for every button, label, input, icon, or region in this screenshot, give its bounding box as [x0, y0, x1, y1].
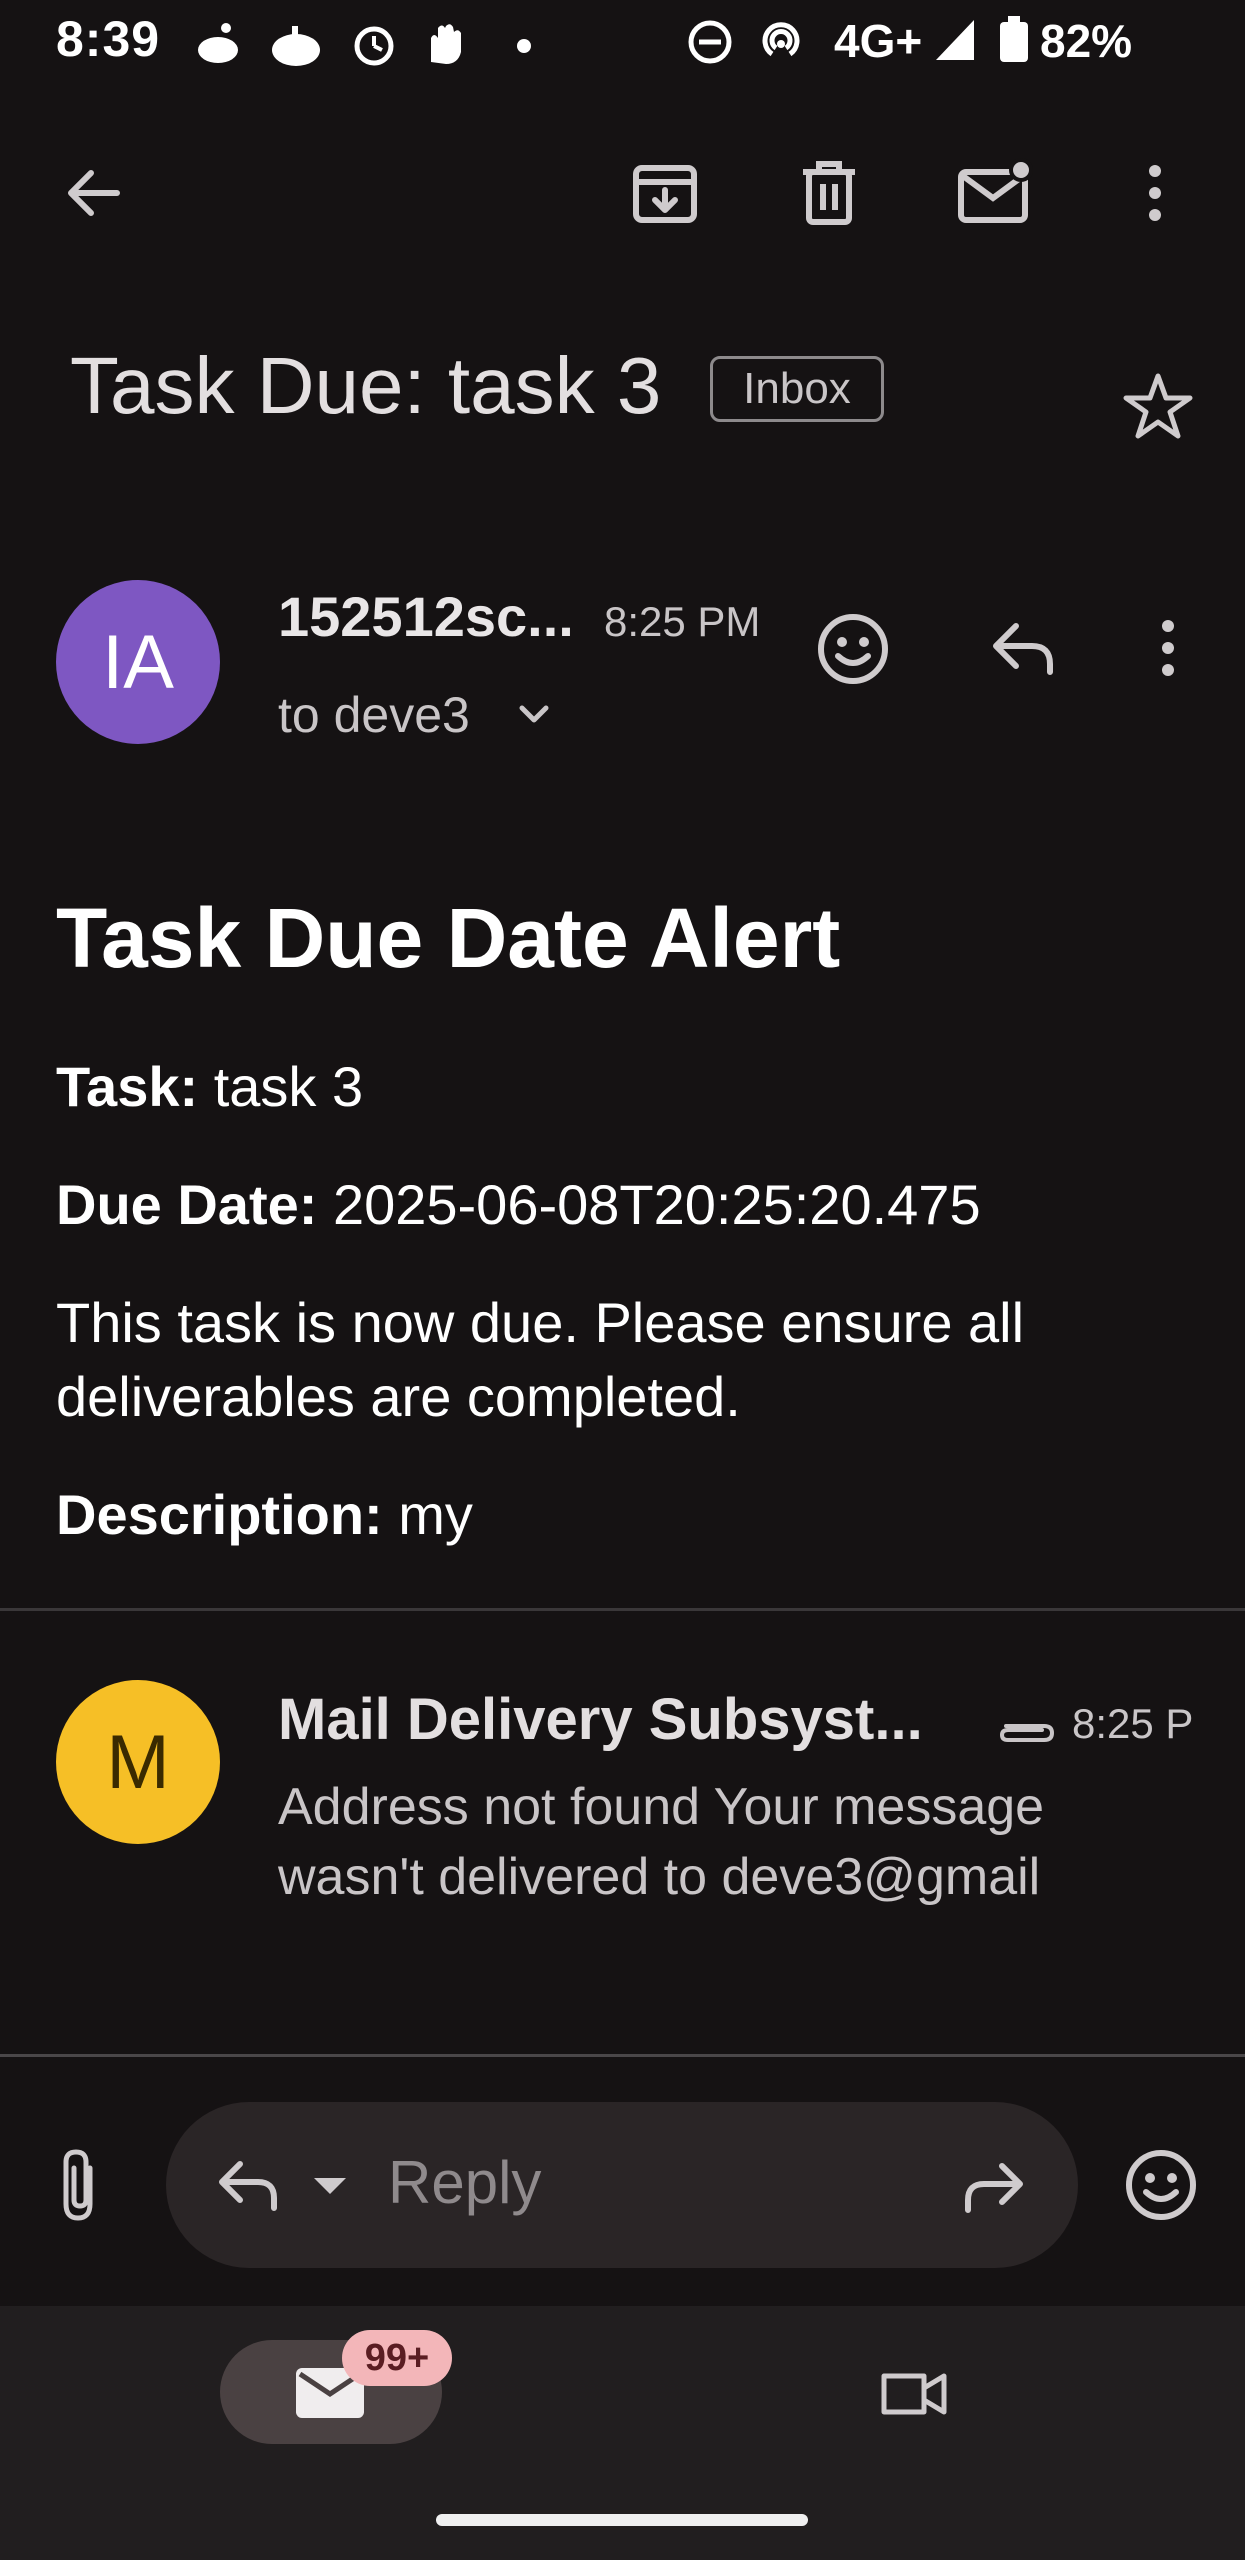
sender-name[interactable]: 152512sc...	[278, 584, 574, 649]
reply-mode-dropdown-icon[interactable]	[310, 2174, 350, 2198]
emoji-icon[interactable]	[1124, 2148, 1198, 2227]
inbox-label-chip[interactable]: Inbox	[710, 356, 884, 422]
notification-icons	[198, 23, 531, 66]
reply-input[interactable]	[166, 2102, 1078, 2268]
reply-placeholder[interactable]: Reply	[388, 2148, 541, 2217]
message-more-icon[interactable]	[1156, 616, 1180, 685]
snippet-line-1: Address not found Your message	[278, 1778, 1045, 1836]
description-line: Description: my	[56, 1478, 473, 1552]
emoji-react-icon[interactable]	[816, 612, 890, 691]
sender-avatar-m[interactable]: M	[56, 1680, 220, 1844]
task-label: Task:	[56, 1055, 199, 1118]
paperclip-icon[interactable]	[50, 2146, 110, 2231]
more-vert-icon[interactable]	[1110, 148, 1200, 238]
archive-icon[interactable]	[620, 148, 710, 238]
signal-battery-icons	[936, 16, 1028, 62]
battery-percent: 82%	[1040, 15, 1133, 67]
message-divider	[0, 1608, 1245, 1611]
mark-unread-icon[interactable]	[950, 148, 1040, 238]
email-heading: Task Due Date Alert	[56, 891, 841, 985]
body-line-1: This task is now due. Please ensure all	[56, 1291, 1025, 1354]
attachment-icon	[999, 1724, 1055, 1742]
status-time: 8:39	[56, 11, 161, 67]
message-time: 8:25 PM	[604, 598, 761, 645]
reply-icon[interactable]	[988, 618, 1058, 683]
star-icon[interactable]	[1122, 370, 1194, 447]
due-date-value: 2025-06-08T20:25:20.475	[332, 1173, 981, 1236]
due-date-label: Due Date:	[56, 1173, 318, 1236]
task-value: task 3	[213, 1055, 364, 1118]
network-type: 4G+	[834, 15, 923, 67]
collapsed-snippet: Address not found Your message wasn't de…	[278, 1772, 1178, 1912]
recipient-line[interactable]: to deve3	[278, 686, 470, 744]
meet-video-icon[interactable]	[876, 2366, 952, 2427]
reply-divider	[0, 2054, 1245, 2057]
collapsed-sender-name: Mail Delivery Subsyst...	[278, 1687, 923, 1752]
reply-mode-icon[interactable]	[214, 2158, 284, 2219]
sender-avatar[interactable]: IA	[56, 580, 220, 744]
unread-count-badge: 99+	[342, 2330, 452, 2386]
body-paragraph: This task is now due. Please ensure all …	[56, 1286, 1024, 1434]
back-arrow-icon[interactable]	[48, 148, 138, 238]
forward-icon[interactable]	[958, 2160, 1028, 2221]
description-value: my	[398, 1483, 473, 1546]
chevron-down-icon[interactable]	[516, 700, 552, 730]
due-date-line: Due Date: 2025-06-08T20:25:20.475	[56, 1168, 981, 1242]
dnd-hotspot-icons	[688, 20, 800, 64]
home-indicator[interactable]	[436, 2514, 808, 2526]
trash-icon[interactable]	[784, 148, 874, 238]
description-label: Description:	[56, 1483, 383, 1546]
email-subject: Task Due: task 3	[70, 341, 662, 430]
body-line-2: deliverables are completed.	[56, 1365, 741, 1428]
gmail-message-view: 8:39 4G+ 82% Task Due: task 3 Inbox IA 1…	[0, 0, 1245, 2560]
snippet-line-2: wasn't delivered to deve3@gmail	[278, 1848, 1041, 1906]
task-line: Task: task 3	[56, 1050, 363, 1124]
collapsed-message-time: 8:25 P	[1072, 1700, 1192, 1747]
